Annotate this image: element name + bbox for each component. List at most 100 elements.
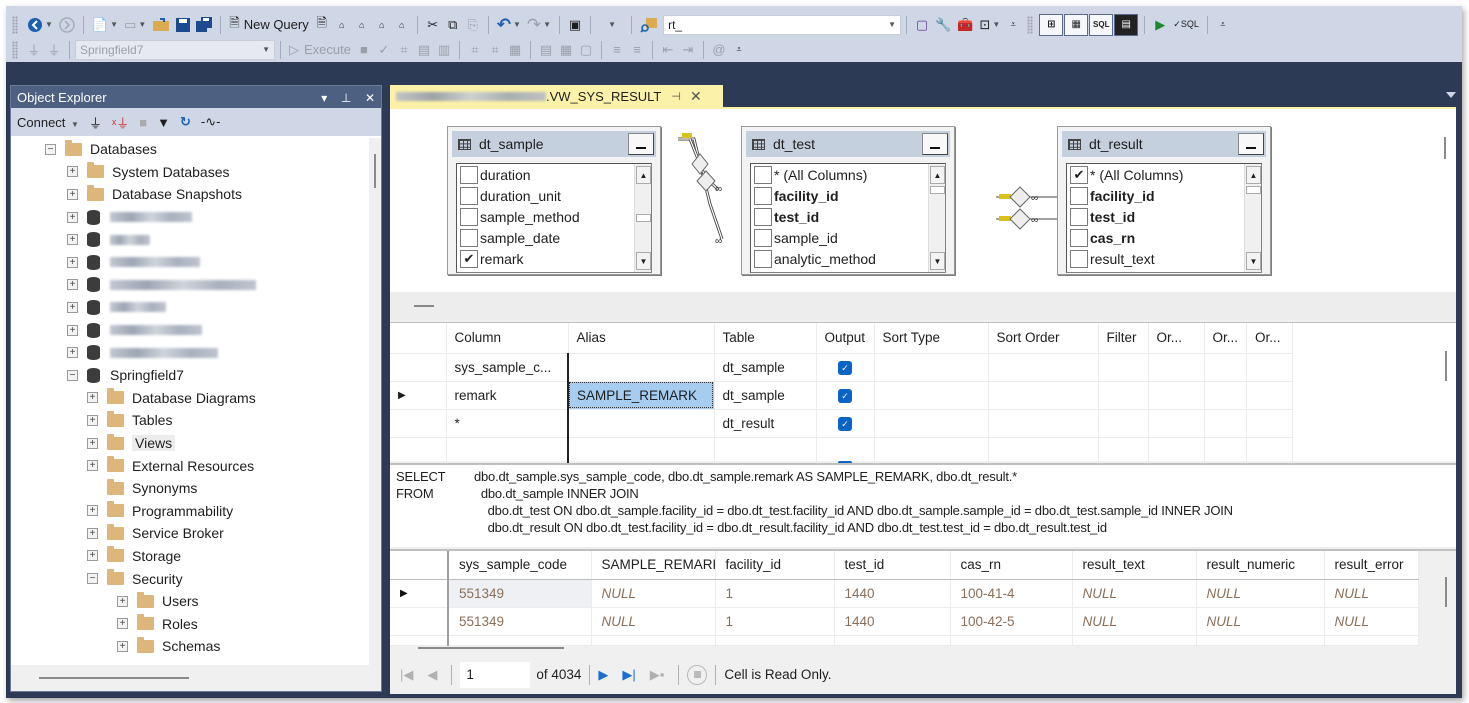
find-in-files-icon[interactable] <box>637 14 661 36</box>
row-selector[interactable] <box>390 353 447 382</box>
criteria-alias-cell[interactable] <box>567 353 715 382</box>
verify-sql-icon[interactable]: ✓SQL <box>1170 14 1202 36</box>
paste-icon[interactable]: ⎘ <box>463 14 483 36</box>
criteria-output-cell[interactable] <box>816 437 875 466</box>
activity-monitor-icon[interactable]: ▣ <box>565 14 585 36</box>
column-checkbox[interactable] <box>754 228 772 247</box>
results-cell[interactable]: 100-42-5 <box>950 607 1073 636</box>
scroll-down-icon[interactable]: ▼ <box>930 252 945 270</box>
connect-button[interactable]: Connect ▼ <box>17 115 79 130</box>
column-item[interactable]: ✔ remark <box>457 248 651 269</box>
expand-icon[interactable]: + <box>117 640 128 652</box>
column-checkbox[interactable] <box>754 207 772 226</box>
column-item[interactable]: facility_id <box>751 185 945 206</box>
column-checkbox[interactable] <box>754 186 772 205</box>
tree-item[interactable]: + System Databases <box>11 161 369 184</box>
client-statistics-icon[interactable]: ▦ <box>505 39 525 61</box>
table-box-dt-test[interactable]: dt_test * (All Columns) facility_id test_id… <box>741 126 955 275</box>
criteria-row[interactable] <box>390 437 1294 466</box>
column-checkbox[interactable]: ✔ <box>1070 165 1088 184</box>
expand-icon[interactable]: + <box>117 595 128 607</box>
results-cell[interactable]: 1440 <box>834 579 951 608</box>
database-engine-query-icon[interactable]: 🗎 <box>312 14 332 36</box>
minimize-button[interactable] <box>922 133 948 155</box>
column-item[interactable]: ✔ * (All Columns) <box>1067 164 1261 185</box>
pin-icon[interactable]: ⊥ <box>341 91 351 105</box>
criteria-cell[interactable] <box>1098 353 1149 382</box>
scroll-down-icon[interactable]: ▼ <box>1246 252 1261 270</box>
column-item[interactable]: duration_unit <box>457 185 651 206</box>
criteria-cell[interactable] <box>988 437 1099 466</box>
results-cell[interactable]: 1 <box>715 607 835 636</box>
tree-item[interactable]: − Springfield7 <box>11 364 369 387</box>
criteria-cell[interactable] <box>988 381 1099 410</box>
close-tab-icon[interactable]: ✕ <box>690 88 702 105</box>
criteria-row[interactable]: sys_sample_c... dt_sample ✓ <box>390 353 1294 382</box>
display-estimated-plan-icon[interactable]: ⌗ <box>394 39 414 61</box>
tree-item[interactable]: + <box>11 341 369 364</box>
results-cell[interactable]: NULL <box>591 579 716 608</box>
results-cell[interactable]: 1 <box>715 579 835 608</box>
column-item[interactable]: sample_date <box>457 227 651 248</box>
stop-icon[interactable]: ■ <box>139 115 147 130</box>
column-list-scrollbar[interactable]: ▲ ▼ <box>928 164 945 272</box>
results-column-header[interactable]: cas_rn <box>950 551 1073 580</box>
stop-icon[interactable] <box>687 664 708 685</box>
criteria-cell[interactable] <box>1204 409 1248 438</box>
change-connection-icon[interactable]: ⏚ <box>44 39 64 61</box>
row-selector[interactable]: ▶ <box>390 381 447 410</box>
column-header[interactable]: Table <box>714 323 817 354</box>
open-file-icon[interactable] <box>149 14 173 36</box>
toolbar-grip[interactable] <box>1027 15 1034 34</box>
column-item[interactable]: sample_method <box>457 206 651 227</box>
tree-item[interactable]: + Roles <box>11 612 369 635</box>
back-icon[interactable]: ▼ <box>24 14 56 36</box>
table-box-dt-result[interactable]: dt_result ✔ * (All Columns) facility_id test… <box>1057 126 1271 275</box>
criteria-table-cell[interactable]: dt_result <box>714 409 817 438</box>
column-item[interactable]: * (All Columns) <box>751 164 945 185</box>
results-cell[interactable]: NULL <box>591 607 716 636</box>
tree-item[interactable]: + Users <box>11 590 369 613</box>
criteria-cell[interactable] <box>1098 381 1149 410</box>
xmla-query-icon[interactable]: ⌂ <box>372 14 392 36</box>
save-all-icon[interactable] <box>193 14 215 36</box>
diagram-vertical-scrollbar[interactable] <box>1434 109 1456 292</box>
live-query-stats-icon[interactable]: ⌗ <box>485 39 505 61</box>
column-header[interactable]: Alias <box>568 323 715 354</box>
pin-tab-icon[interactable]: ⊣ <box>671 90 681 103</box>
scrollbar-thumb[interactable] <box>1444 137 1446 159</box>
results-cell[interactable]: NULL <box>1072 607 1197 636</box>
expand-icon[interactable]: + <box>117 618 128 630</box>
show-criteria-pane-icon[interactable]: ▦ <box>1064 13 1089 36</box>
scrollbar-thumb[interactable] <box>930 186 945 194</box>
row-selector[interactable] <box>390 409 447 438</box>
results-to-file-icon[interactable]: ▢ <box>576 39 596 61</box>
results-cell[interactable]: NULL <box>1072 579 1197 608</box>
column-header[interactable]: Or... <box>1204 323 1248 354</box>
copy-icon[interactable]: ⧉ <box>443 14 463 36</box>
results-cell[interactable]: NULL <box>1196 579 1325 608</box>
criteria-scrollbar-thumb[interactable] <box>1445 351 1447 381</box>
redo-icon[interactable]: ↷ ▼ <box>524 14 554 36</box>
execute-sql-icon[interactable]: ▶ <box>1150 14 1170 36</box>
forward-icon[interactable] <box>56 14 78 36</box>
column-checkbox[interactable] <box>460 207 478 226</box>
column-checkbox[interactable]: ✔ <box>460 249 478 268</box>
criteria-cell[interactable] <box>874 437 989 466</box>
scrollbar-thumb[interactable] <box>636 214 651 222</box>
results-row[interactable]: 551349 NULL 1 1440 100-42-5 NULL NULL NULL <box>390 607 1419 636</box>
criteria-cell[interactable] <box>1246 437 1294 466</box>
toolbar-grip[interactable] <box>12 40 18 59</box>
column-checkbox[interactable] <box>1070 186 1088 205</box>
criteria-cell[interactable] <box>567 437 715 466</box>
results-column-header[interactable]: sys_sample_code <box>448 551 592 580</box>
column-list-scrollbar[interactable]: ▲ ▼ <box>1244 164 1261 272</box>
column-item[interactable]: sample_id <box>751 227 945 248</box>
row-selector[interactable] <box>390 607 449 636</box>
window-position-dropdown-icon[interactable]: ▾ <box>321 91 327 105</box>
scrollbar-thumb[interactable] <box>39 677 189 679</box>
new-record-icon[interactable]: ▶▪ <box>650 667 665 683</box>
tree-item[interactable]: − Security <box>11 567 369 590</box>
criteria-cell[interactable] <box>874 353 989 382</box>
column-checkbox[interactable] <box>754 249 772 268</box>
